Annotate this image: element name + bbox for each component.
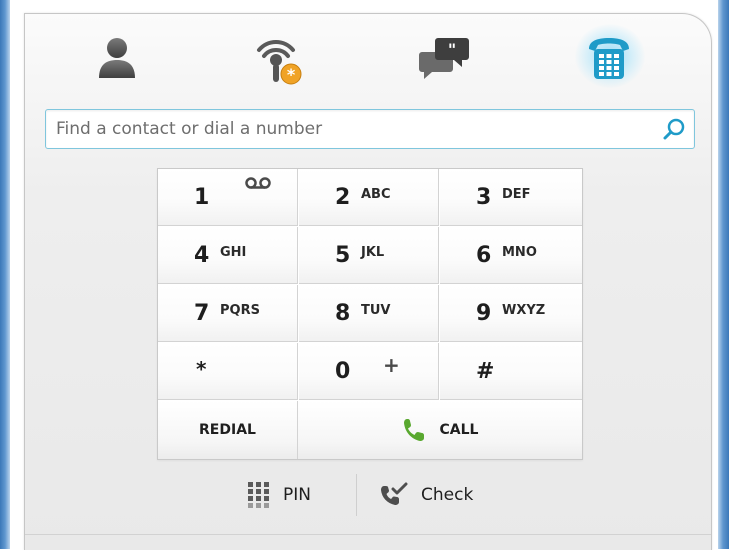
redial-label: REDIAL — [199, 422, 256, 438]
key-digit: 5 — [335, 243, 351, 268]
dial-key-1[interactable]: 1 — [158, 169, 298, 226]
dial-key-8[interactable]: 8 TUV — [299, 285, 439, 342]
lync-main-window: * " Find a contact or dial a number 1 2 … — [24, 13, 712, 550]
dial-key-7[interactable]: 7 PQRS — [158, 285, 298, 342]
bottom-separator — [25, 534, 711, 535]
key-digit: 7 — [194, 301, 210, 326]
tab-phone[interactable] — [559, 20, 659, 96]
dial-pad: 1 2 ABC 3 DEF 4 GHI 5 JKL 6 MNO 7 PQRS 8… — [157, 168, 583, 460]
key-letters: JKL — [361, 245, 385, 260]
search-icon — [663, 118, 685, 140]
voicemail-icon — [244, 175, 272, 194]
check-label: Check — [421, 485, 474, 505]
pin-label: PIN — [283, 485, 311, 505]
dial-key-3[interactable]: 3 DEF — [440, 169, 582, 226]
conversation-bubbles-icon: " — [419, 38, 469, 79]
key-letters: ABC — [361, 187, 391, 202]
key-digit: 3 — [476, 185, 492, 210]
call-label: CALL — [439, 422, 479, 438]
pin-button[interactable]: PIN — [247, 478, 347, 512]
search-box — [45, 109, 695, 149]
key-digit: 4 — [194, 243, 210, 268]
key-letters: TUV — [361, 303, 391, 318]
dial-key-6[interactable]: 6 MNO — [440, 227, 582, 284]
dial-key-4[interactable]: 4 GHI — [158, 227, 298, 284]
window-frame-right — [718, 0, 729, 549]
dial-key-star[interactable]: * — [158, 343, 298, 400]
svg-text:*: * — [287, 65, 296, 84]
tab-presence[interactable]: * — [231, 20, 331, 96]
presence-status-icon: * — [257, 39, 302, 85]
search-input[interactable] — [52, 110, 660, 148]
actions-divider — [356, 474, 357, 516]
dial-key-5[interactable]: 5 JKL — [299, 227, 439, 284]
key-letters: GHI — [220, 245, 247, 260]
key-letters: DEF — [502, 187, 531, 202]
phone-handset-icon — [403, 419, 424, 441]
dial-key-2[interactable]: 2 ABC — [299, 169, 439, 226]
dial-key-9[interactable]: 9 WXYZ — [440, 285, 582, 342]
dial-key-hash[interactable]: # — [440, 343, 582, 400]
key-digit: 1 — [194, 185, 210, 210]
key-digit: 6 — [476, 243, 492, 268]
key-digit: # — [476, 359, 495, 384]
tab-bar: * " — [25, 14, 711, 106]
key-digit: * — [196, 357, 207, 381]
key-letters: PQRS — [220, 303, 260, 318]
tab-contacts[interactable] — [67, 20, 167, 96]
dialpad-actions: PIN Check — [25, 474, 711, 518]
window-frame-left — [0, 0, 10, 549]
dial-key-0[interactable]: 0 + — [299, 343, 439, 400]
keypad-grid-icon — [248, 482, 269, 508]
svg-text:": " — [448, 40, 456, 59]
phone-dialpad-icon — [589, 38, 629, 79]
contact-person-icon — [99, 38, 135, 78]
redial-button[interactable]: REDIAL — [158, 401, 298, 459]
key-digit: 8 — [335, 301, 351, 326]
search-button[interactable] — [660, 115, 688, 143]
check-voicemail-button[interactable]: Check — [379, 478, 509, 512]
key-letters: MNO — [502, 245, 537, 260]
key-digit: 9 — [476, 301, 492, 326]
call-button[interactable]: CALL — [298, 401, 582, 459]
tab-chat[interactable]: " — [395, 20, 495, 96]
key-digit: 0 — [335, 359, 351, 384]
key-letters: WXYZ — [502, 303, 546, 318]
phone-check-icon — [381, 482, 408, 505]
key-digit: 2 — [335, 185, 351, 210]
key-plus-symbol: + — [383, 353, 400, 377]
